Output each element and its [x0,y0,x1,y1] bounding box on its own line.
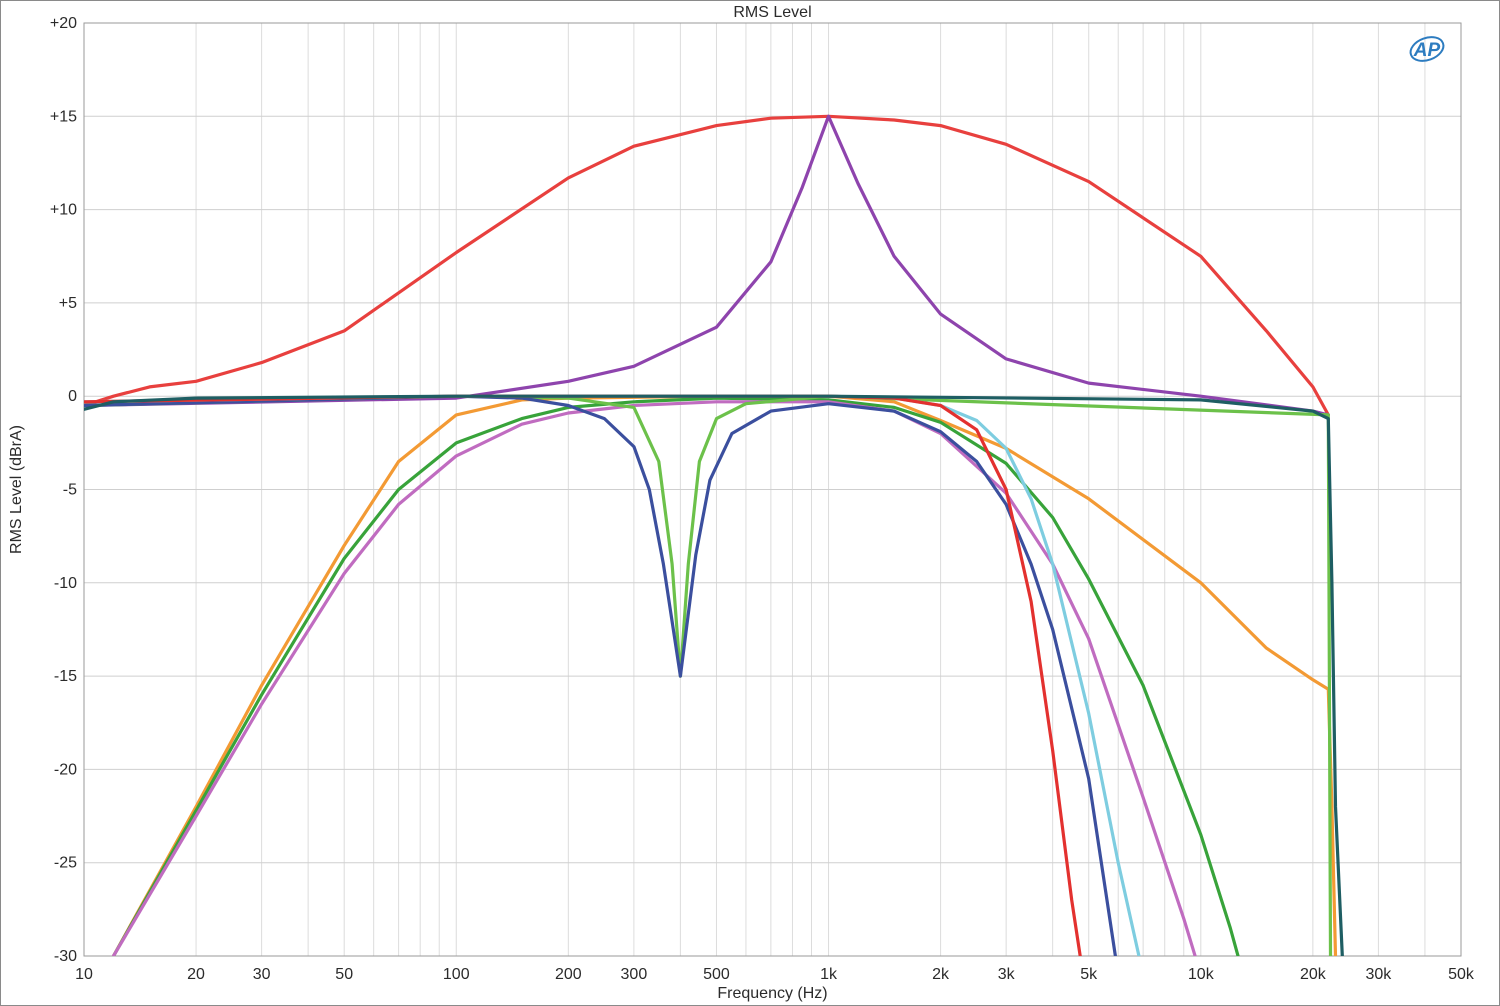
y-tick-label: +15 [50,108,77,125]
x-tick-label: 30k [1366,966,1393,983]
x-tick-label: 300 [621,966,648,983]
x-tick-label: 20 [187,966,205,983]
y-tick-label: 0 [68,388,77,405]
rms-level-chart: +20+15+10+50-5-10-15-20-25-30 10 20 30 50 10… [8,4,1475,1002]
series-line-7 [84,394,1118,956]
chart-title: RMS Level [733,4,811,21]
y-tick-label: -15 [54,668,77,685]
x-tick-label: 10 [75,966,93,983]
y-tick-label: -10 [54,575,77,592]
grid [83,22,1462,957]
y-tick-label: +10 [50,202,77,219]
series-line-2 [84,114,1330,417]
x-tick-label: 30 [253,966,271,983]
x-tick-label: 10k [1188,966,1215,983]
chart-frame: +20 +15 +10 +5 0 -5 -10 -15 -20 -25 -30 10 20 30 50 10… [0,0,1500,1006]
y-tick-label: -30 [54,948,77,965]
ap-logo-text: AP [1413,40,1441,61]
x-tick-label: 50 [335,966,353,983]
x-tick-label: 1k [820,966,838,983]
series-line-1 [84,114,1330,417]
y-tick-label: -25 [54,855,77,872]
y-tick-label: -5 [63,482,77,499]
series-lines [84,114,1344,956]
y-tick-labels: +20 +15 +10 +5 0 -5 -10 -15 -20 -25 -30 [50,15,77,965]
x-tick-label: 50k [1448,966,1475,983]
x-tick-label: 200 [555,966,582,983]
x-tick-label: 3k [998,966,1016,983]
ap-logo: AP [1409,36,1445,62]
x-tick-label: 5k [1080,966,1098,983]
series-line-8 [84,394,1141,956]
x-tick-label: 20k [1300,966,1327,983]
series-line-9 [84,394,1082,956]
y-tick-label: +20 [50,15,77,32]
x-tick-label: 500 [703,966,730,983]
x-tick-labels: 10 20 30 50 100 200 300 500 1k 2k 3k 5k 10k 20k 30k 50k [75,966,1475,983]
y-tick-label: -20 [54,761,77,778]
x-tick-label: 100 [443,966,470,983]
x-tick-label: 2k [932,966,950,983]
x-axis-title: Frequency (Hz) [717,985,827,1002]
y-axis-title: RMS Level (dBrA) [8,425,25,554]
y-tick-label: +5 [59,295,77,312]
